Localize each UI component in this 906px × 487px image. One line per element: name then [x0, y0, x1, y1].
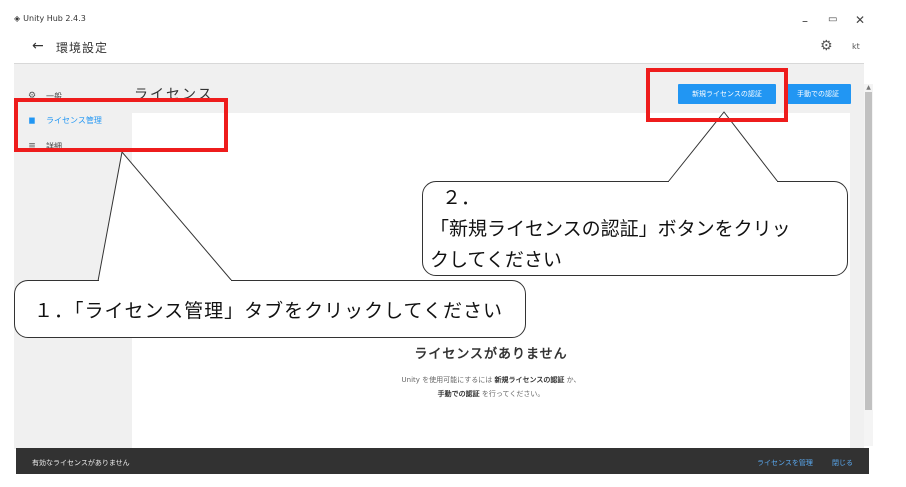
- highlight-box-new-license-button: [646, 68, 788, 122]
- highlight-box-license-tab: [14, 98, 228, 152]
- callout-1-text: １．「ライセンス管理」タブをクリックしてください: [34, 300, 503, 322]
- callout-2-text-line-1: 「新規ライセンスの認証」ボタンをクリッ: [430, 218, 791, 240]
- callout-2-text-line-2: クしてください: [430, 249, 562, 271]
- callout-2-number: ２．: [442, 187, 481, 209]
